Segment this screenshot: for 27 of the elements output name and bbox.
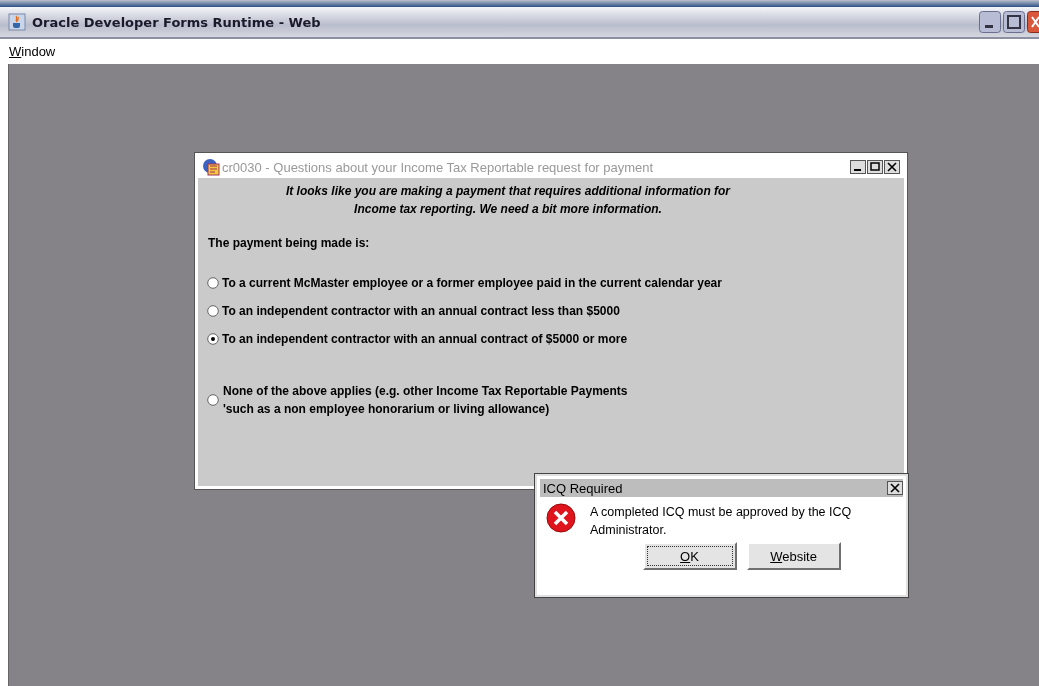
- dialog-title: ICQ Required: [543, 480, 624, 496]
- option-label: To an independent contractor with an annual contract less than $5000: [222, 303, 620, 320]
- option-label: To an independent contractor with an annual contract of $5000 or more: [222, 331, 628, 348]
- close-button[interactable]: [1027, 11, 1039, 33]
- menu-item[interactable]: Window: [9, 44, 56, 59]
- minimize-button[interactable]: [850, 160, 866, 174]
- close-button[interactable]: [884, 160, 900, 174]
- question-label: The payment being made is:: [208, 236, 371, 250]
- close-button[interactable]: [887, 481, 903, 495]
- radio-button[interactable]: [207, 305, 219, 317]
- form-window-title: cr0030 - Questions about your Income Tax Reportable request for payment: [222, 159, 655, 175]
- dialog-button[interactable]: Website: [746, 542, 841, 570]
- option-label: To a current McMaster employee or a former employee paid in the current calendar year: [222, 275, 722, 292]
- java-cup-icon: [8, 13, 26, 31]
- minimize-button[interactable]: [979, 11, 1001, 33]
- radio-button[interactable]: [207, 394, 219, 406]
- dialog-message: A completed ICQ must be approved by the ICQ Administrator.: [590, 504, 853, 539]
- form-app-icon: [202, 158, 220, 176]
- maximize-button[interactable]: [867, 160, 883, 174]
- error-icon: [546, 503, 576, 533]
- maximize-button[interactable]: [1003, 11, 1025, 33]
- intro-text: It looks like you are making a payment that requires additional information for Income tax reporting. We need a bit more information.: [284, 183, 732, 218]
- window-title: Oracle Developer Forms Runtime - Web: [32, 14, 322, 30]
- radio-button[interactable]: [207, 277, 219, 289]
- option-label: None of the above applies (e.g. other Income Tax Reportable Payments 'such as a non employee honorarium or living allowance): [223, 383, 628, 418]
- radio-button[interactable]: [207, 333, 219, 345]
- dialog-button[interactable]: OK: [642, 542, 737, 570]
